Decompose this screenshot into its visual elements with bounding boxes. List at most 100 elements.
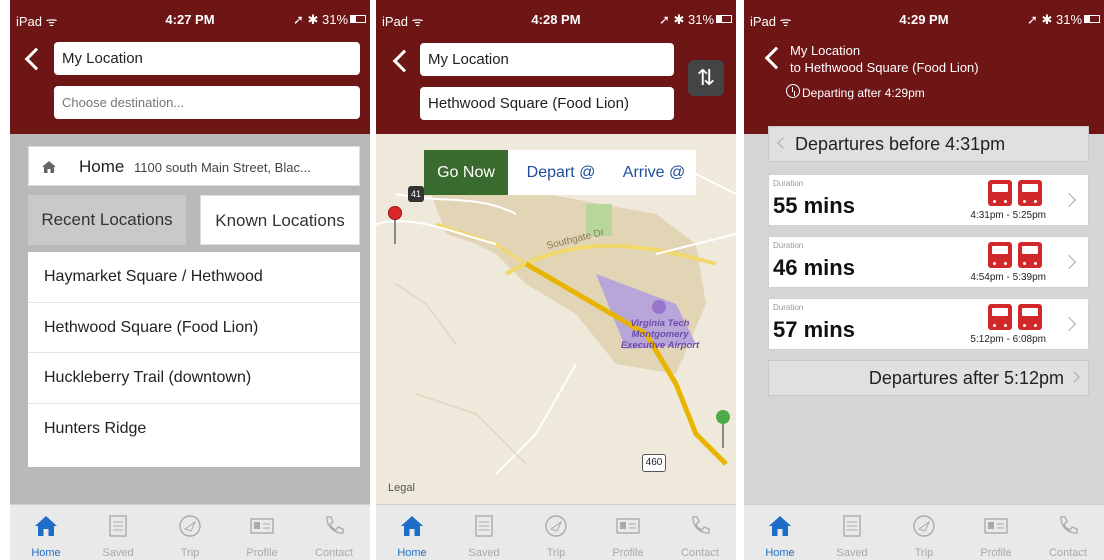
tabbar-saved[interactable]: Saved — [816, 505, 888, 560]
home-icon — [401, 516, 423, 536]
departures-after-button[interactable]: Departures after 5:12pm — [768, 360, 1089, 396]
tabbar-trip[interactable]: Trip — [520, 505, 592, 560]
duration-label: Duration — [773, 179, 804, 188]
screen-departures: iPad ᯤ 4:29 PM ➚ ✱ 31% My Location to He… — [744, 0, 1104, 560]
pin-stem — [394, 220, 396, 244]
chevron-right-icon — [1061, 254, 1077, 270]
trip-option-card[interactable]: Duration 55 mins 4:31pm - 5:25pm — [768, 174, 1089, 226]
trip-times: 5:12pm - 6:08pm — [970, 334, 1046, 345]
tabbar-label: Home — [31, 547, 61, 559]
airport-label-line: Executive Airport — [620, 340, 700, 351]
phone-icon — [326, 516, 344, 534]
trip-option-card[interactable]: Duration 46 mins 4:54pm - 5:39pm — [768, 236, 1089, 288]
tabbar-saved[interactable]: Saved — [448, 505, 520, 560]
tabbar-label: Saved — [102, 547, 134, 559]
tabbar-label: Saved — [836, 547, 868, 559]
tabbar-saved[interactable]: Saved — [82, 505, 154, 560]
tabbar-profile[interactable]: Profile — [226, 505, 298, 560]
trip-origin: My Location — [790, 43, 861, 58]
tabbar-home[interactable]: Home — [376, 505, 448, 560]
list-item[interactable]: Hunters Ridge — [28, 404, 360, 455]
trip-duration: 57 mins — [773, 317, 855, 342]
back-chevron-icon[interactable] — [392, 49, 416, 73]
battery-percent: ➚ ✱ 31% — [658, 12, 714, 27]
back-chevron-icon[interactable] — [24, 47, 48, 71]
origin-input[interactable] — [420, 43, 674, 76]
trip-header: ⇅ — [376, 34, 736, 134]
status-bar: iPad ᯤ 4:28 PM ➚ ✱ 31% — [376, 0, 736, 34]
destination-input[interactable] — [54, 86, 360, 119]
departures-before-label: Departures before 4:31pm — [795, 134, 1006, 154]
bus-icon — [1018, 180, 1042, 206]
chevron-right-icon — [1061, 316, 1077, 332]
legal-link[interactable]: Legal — [388, 482, 415, 494]
go-now-button[interactable]: Go Now — [424, 150, 508, 195]
trip-times: 4:54pm - 5:39pm — [970, 272, 1046, 283]
home-icon — [35, 516, 57, 536]
chevron-left-icon — [777, 137, 789, 149]
trip-option-card[interactable]: Duration 57 mins 5:12pm - 6:08pm — [768, 298, 1089, 350]
home-location-card[interactable]: Home 1100 south Main Street, Blac... — [28, 146, 360, 186]
tabbar-home[interactable]: Home — [10, 505, 82, 560]
duration-label: Duration — [773, 241, 804, 250]
tabbar-label: Contact — [681, 547, 719, 559]
trip-header — [10, 34, 370, 134]
list-item[interactable]: Haymarket Square / Hethwood — [28, 252, 360, 303]
screen-map-route: iPad ᯤ 4:28 PM ➚ ✱ 31% ⇅ Southgate Dr Vi… — [376, 0, 736, 560]
tabbar-label: Home — [397, 547, 427, 559]
tabbar-profile[interactable]: Profile — [592, 505, 664, 560]
tab-known-locations[interactable]: Known Locations — [200, 195, 360, 245]
tabbar-label: Profile — [246, 547, 278, 559]
compass-icon — [913, 515, 935, 537]
bottom-tab-bar: Home Saved Trip Profile Contact — [744, 504, 1104, 560]
trip-duration: 55 mins — [773, 193, 855, 218]
bus-icon — [1018, 242, 1042, 268]
battery-percent: ➚ ✱ 31% — [292, 12, 348, 27]
trip-destination: to Hethwood Square (Food Lion) — [790, 60, 979, 75]
battery-icon — [716, 15, 732, 23]
bottom-tab-bar: Home Saved Trip Profile Contact — [10, 504, 370, 560]
id-card-icon — [250, 518, 274, 534]
home-icon — [769, 516, 791, 536]
tabbar-profile[interactable]: Profile — [960, 505, 1032, 560]
swap-icon[interactable]: ⇅ — [688, 60, 724, 96]
tabbar-label: Home — [765, 547, 795, 559]
tabbar-label: Contact — [1049, 547, 1087, 559]
destination-input[interactable] — [420, 87, 674, 120]
depart-at-button[interactable]: Depart @ — [516, 150, 606, 195]
departures-before-button[interactable]: Departures before 4:31pm — [768, 126, 1089, 162]
compass-icon — [545, 515, 567, 537]
tabbar-label: Trip — [914, 547, 934, 559]
bus-icon — [988, 180, 1012, 206]
tabbar-contact[interactable]: Contact — [1032, 505, 1104, 560]
tabbar-trip[interactable]: Trip — [154, 505, 226, 560]
tabbar-label: Profile — [612, 547, 644, 559]
home-label: Home — [79, 157, 125, 176]
destination-pin-icon[interactable] — [716, 410, 730, 424]
tabbar-contact[interactable]: Contact — [664, 505, 736, 560]
status-bar: iPad ᯤ 4:29 PM ➚ ✱ 31% — [744, 0, 1104, 34]
list-item[interactable]: Huckleberry Trail (downtown) — [28, 353, 360, 404]
departing-after: Departing after 4:29pm — [802, 86, 925, 100]
origin-pin-icon[interactable] — [388, 206, 402, 220]
list-item[interactable]: Hethwood Square (Food Lion) — [28, 303, 360, 353]
origin-input[interactable] — [54, 42, 360, 75]
departure-mode-segmented: Go Now Depart @ Arrive @ — [424, 150, 696, 195]
phone-icon — [1060, 516, 1078, 534]
airport-icon — [652, 300, 666, 314]
bus-icon — [988, 304, 1012, 330]
tabbar-trip[interactable]: Trip — [888, 505, 960, 560]
home-address: 1100 south Main Street, Blac... — [134, 160, 311, 175]
tab-recent-locations[interactable]: Recent Locations — [28, 195, 186, 245]
battery-icon — [1084, 15, 1100, 23]
home-icon — [42, 161, 56, 173]
pin-stem — [722, 424, 724, 448]
tabbar-contact[interactable]: Contact — [298, 505, 370, 560]
tabbar-home[interactable]: Home — [744, 505, 816, 560]
chevron-right-icon — [1068, 371, 1080, 383]
compass-icon — [179, 515, 201, 537]
route-shield-41: 41 — [408, 186, 424, 202]
departures-after-label: Departures after 5:12pm — [868, 368, 1064, 388]
arrive-at-button[interactable]: Arrive @ — [612, 150, 696, 195]
trip-duration: 46 mins — [773, 255, 855, 280]
